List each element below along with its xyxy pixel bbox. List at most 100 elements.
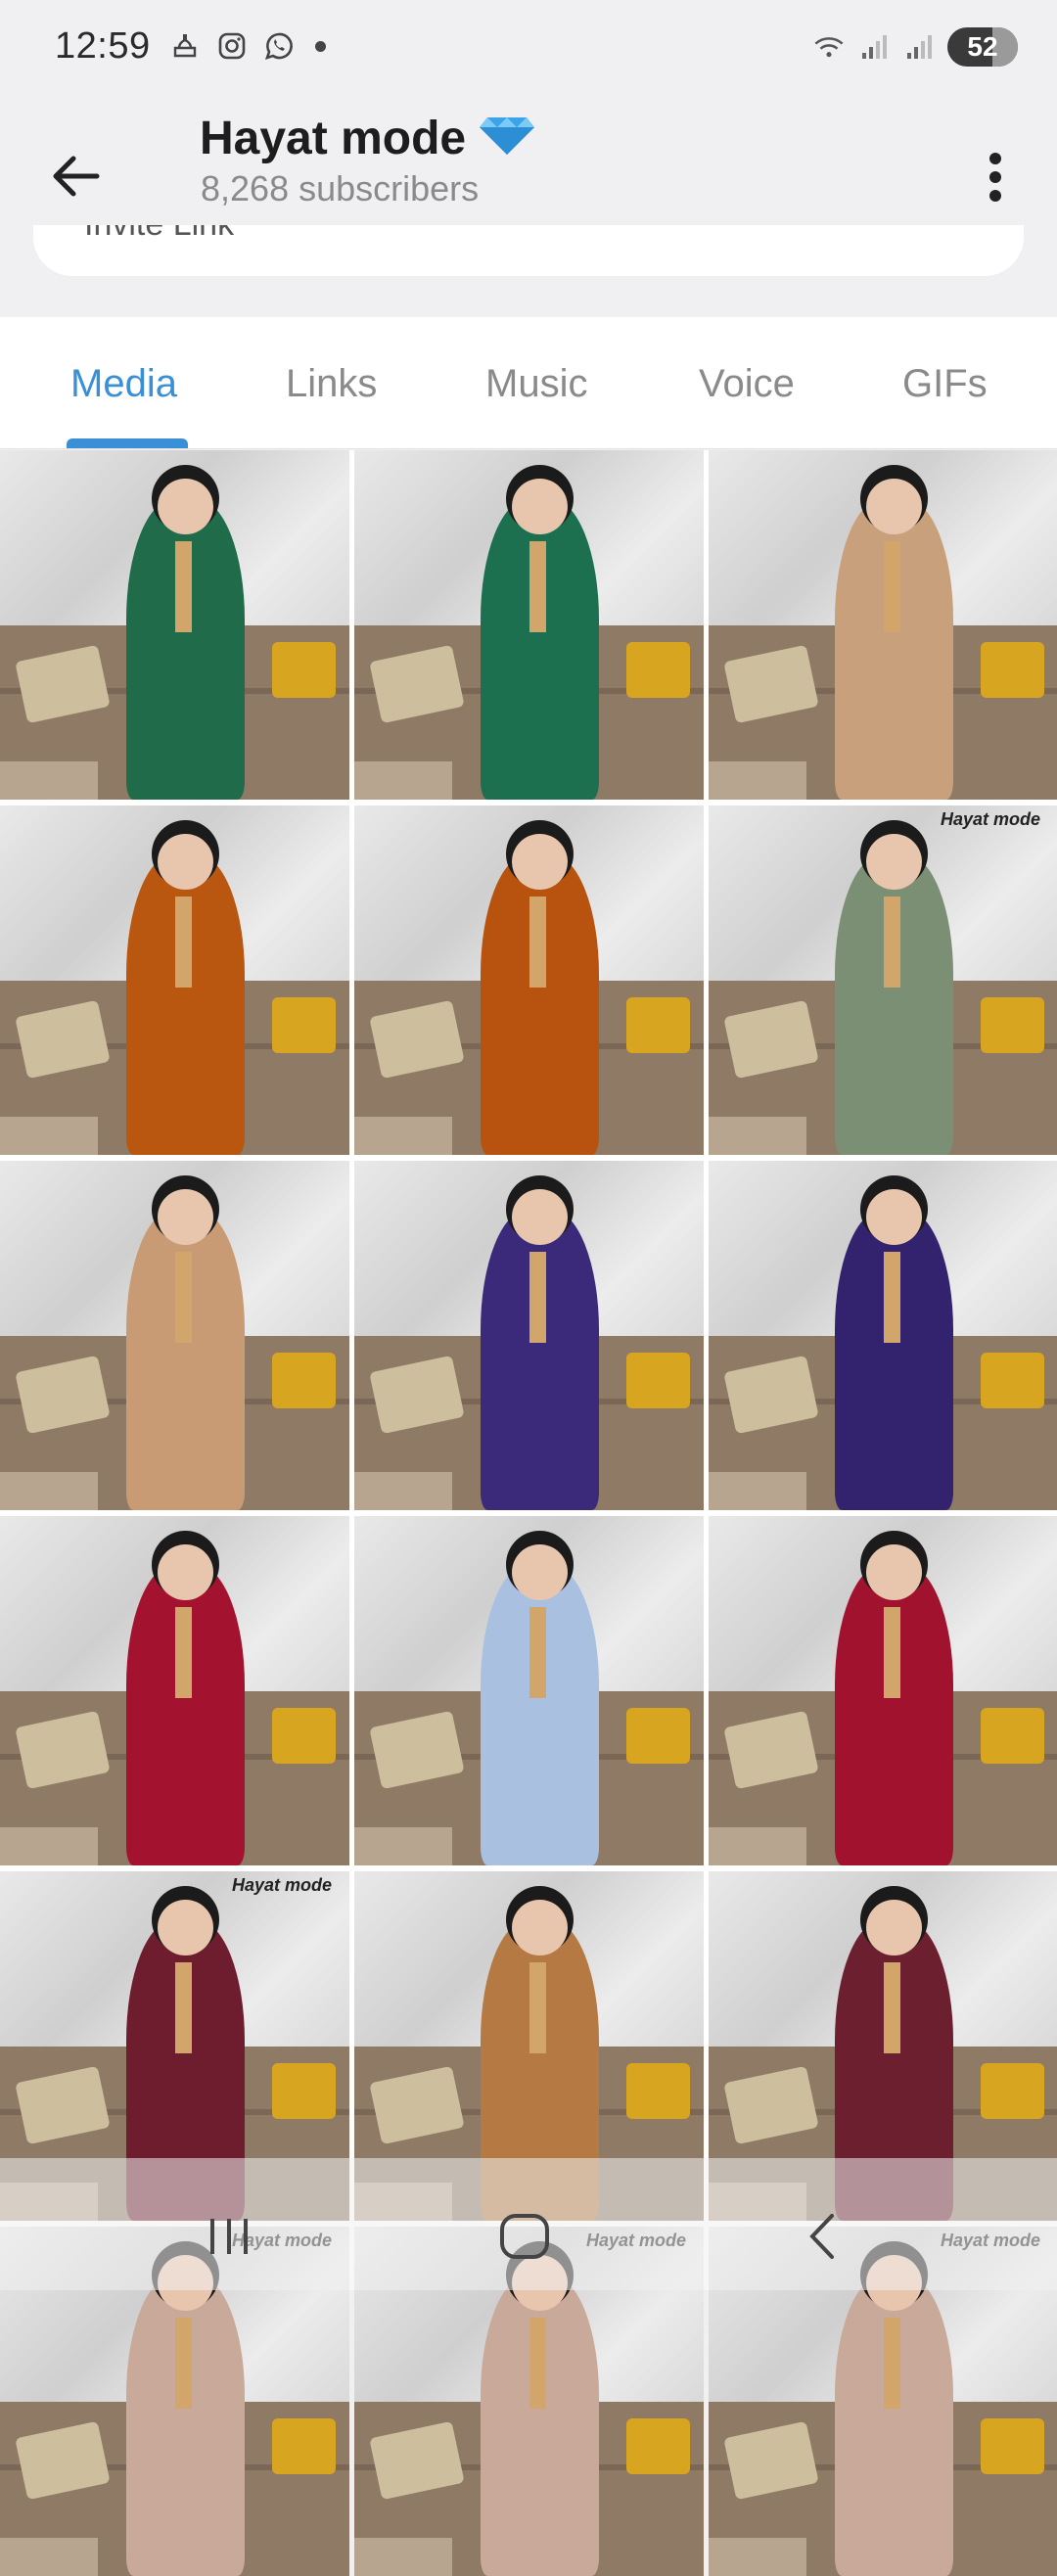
watermark-label: Hayat mode [941,809,1040,830]
sofa-arm [709,1827,806,1865]
model-head [512,1900,568,1955]
pillow [626,2063,689,2119]
model-head [512,1544,568,1600]
subscriber-count: 8,268 subscribers [201,168,479,209]
model-head [866,1189,922,1245]
pillow [626,1708,689,1764]
nav-back-button[interactable] [783,2207,861,2266]
pillow [981,2063,1043,2119]
media-grid: Hayat modeHayat modeHayat modeHayat mode… [0,450,1057,2290]
sofa-arm [354,1827,452,1865]
sofa-arm [709,761,806,800]
back-button[interactable] [35,135,117,217]
channel-header: Hayat mode 8,268 subscribers [0,98,1057,235]
dress-trim [175,1252,193,1343]
pillow [272,642,335,698]
dress-trim [529,897,547,988]
dress-trim [884,1252,901,1343]
instagram-icon [215,29,249,63]
sofa-arm [354,761,452,800]
dress-trim [884,1607,901,1698]
media-thumbnail[interactable] [709,1161,1057,1510]
sofa-arm [0,1827,98,1865]
battery-indicator: 52 [947,27,1018,67]
pillow [981,1708,1043,1764]
mosque-icon [168,29,202,63]
dress-trim [884,541,901,632]
sofa-arm [709,1472,806,1510]
dress-trim [175,897,193,988]
sofa-arm [0,761,98,800]
pillow [626,642,689,698]
media-thumbnail[interactable] [0,1161,349,1510]
pillow [626,1353,689,1408]
pillow [272,997,335,1053]
model-head [866,834,922,890]
dress-trim [175,2318,193,2409]
model-head [158,1189,213,1245]
signal-icon [902,30,936,64]
sofa-arm [0,1117,98,1155]
media-thumbnail[interactable] [0,450,349,800]
dress-trim [529,1607,547,1698]
whatsapp-icon [262,29,296,63]
pillow [626,2418,689,2474]
tab-music[interactable]: Music [485,362,587,406]
media-thumbnail[interactable] [0,805,349,1155]
media-thumbnail[interactable] [354,450,704,800]
channel-name: Hayat mode [200,112,466,165]
invite-link-card[interactable]: Invite Link [33,225,1024,276]
sofa-arm [354,1472,452,1510]
pillow [981,2418,1043,2474]
tab-links[interactable]: Links [286,362,377,406]
pillow [981,642,1043,698]
channel-title[interactable]: Hayat mode [200,108,536,168]
battery-level: 52 [967,31,997,63]
recent-apps-button[interactable] [190,2207,268,2266]
model-head [158,834,213,890]
home-icon [498,2212,551,2261]
sofa-arm [354,1117,452,1155]
media-thumbnail[interactable] [709,450,1057,800]
sofa-arm [709,2538,806,2576]
status-time: 12:59 [55,25,151,68]
more-vertical-icon [988,151,1003,204]
dress-trim [175,1962,193,2053]
invite-link-text: Invite Link [84,225,234,244]
sofa-arm [709,1117,806,1155]
media-thumbnail[interactable] [709,1516,1057,1865]
diamond-icon [478,108,536,168]
model-head [866,479,922,534]
media-thumbnail[interactable]: Hayat mode [709,805,1057,1155]
more-options-button[interactable] [961,133,1030,221]
watermark-label: Hayat mode [232,1875,332,1896]
pillow [981,997,1043,1053]
media-thumbnail[interactable] [354,1161,704,1510]
pillow [981,1353,1043,1408]
media-thumbnail[interactable] [354,1516,704,1865]
pillow [272,1353,335,1408]
home-button[interactable] [485,2207,564,2266]
system-nav-bar [0,2158,1057,2290]
media-thumbnail[interactable] [354,805,704,1155]
tab-gifs[interactable]: GIFs [902,362,988,406]
dress-trim [529,1252,547,1343]
dress-trim [884,2318,901,2409]
active-tab-indicator [67,438,188,448]
media-tabs: Media Links Music Voice GIFs [0,317,1057,449]
model-head [158,1900,213,1955]
model-head [866,1544,922,1600]
pillow [272,2418,335,2474]
pillow [272,1708,335,1764]
status-bar: 12:59 52 [0,0,1057,98]
tab-voice[interactable]: Voice [699,362,795,406]
dress-trim [175,1607,193,1698]
model-head [866,1900,922,1955]
tab-media[interactable]: Media [70,362,177,406]
sofa-arm [0,1472,98,1510]
status-left-icons [168,29,326,63]
media-thumbnail[interactable] [0,1516,349,1865]
recent-apps-icon [205,2215,253,2258]
dress-trim [529,541,547,632]
dress-trim [529,2318,547,2409]
